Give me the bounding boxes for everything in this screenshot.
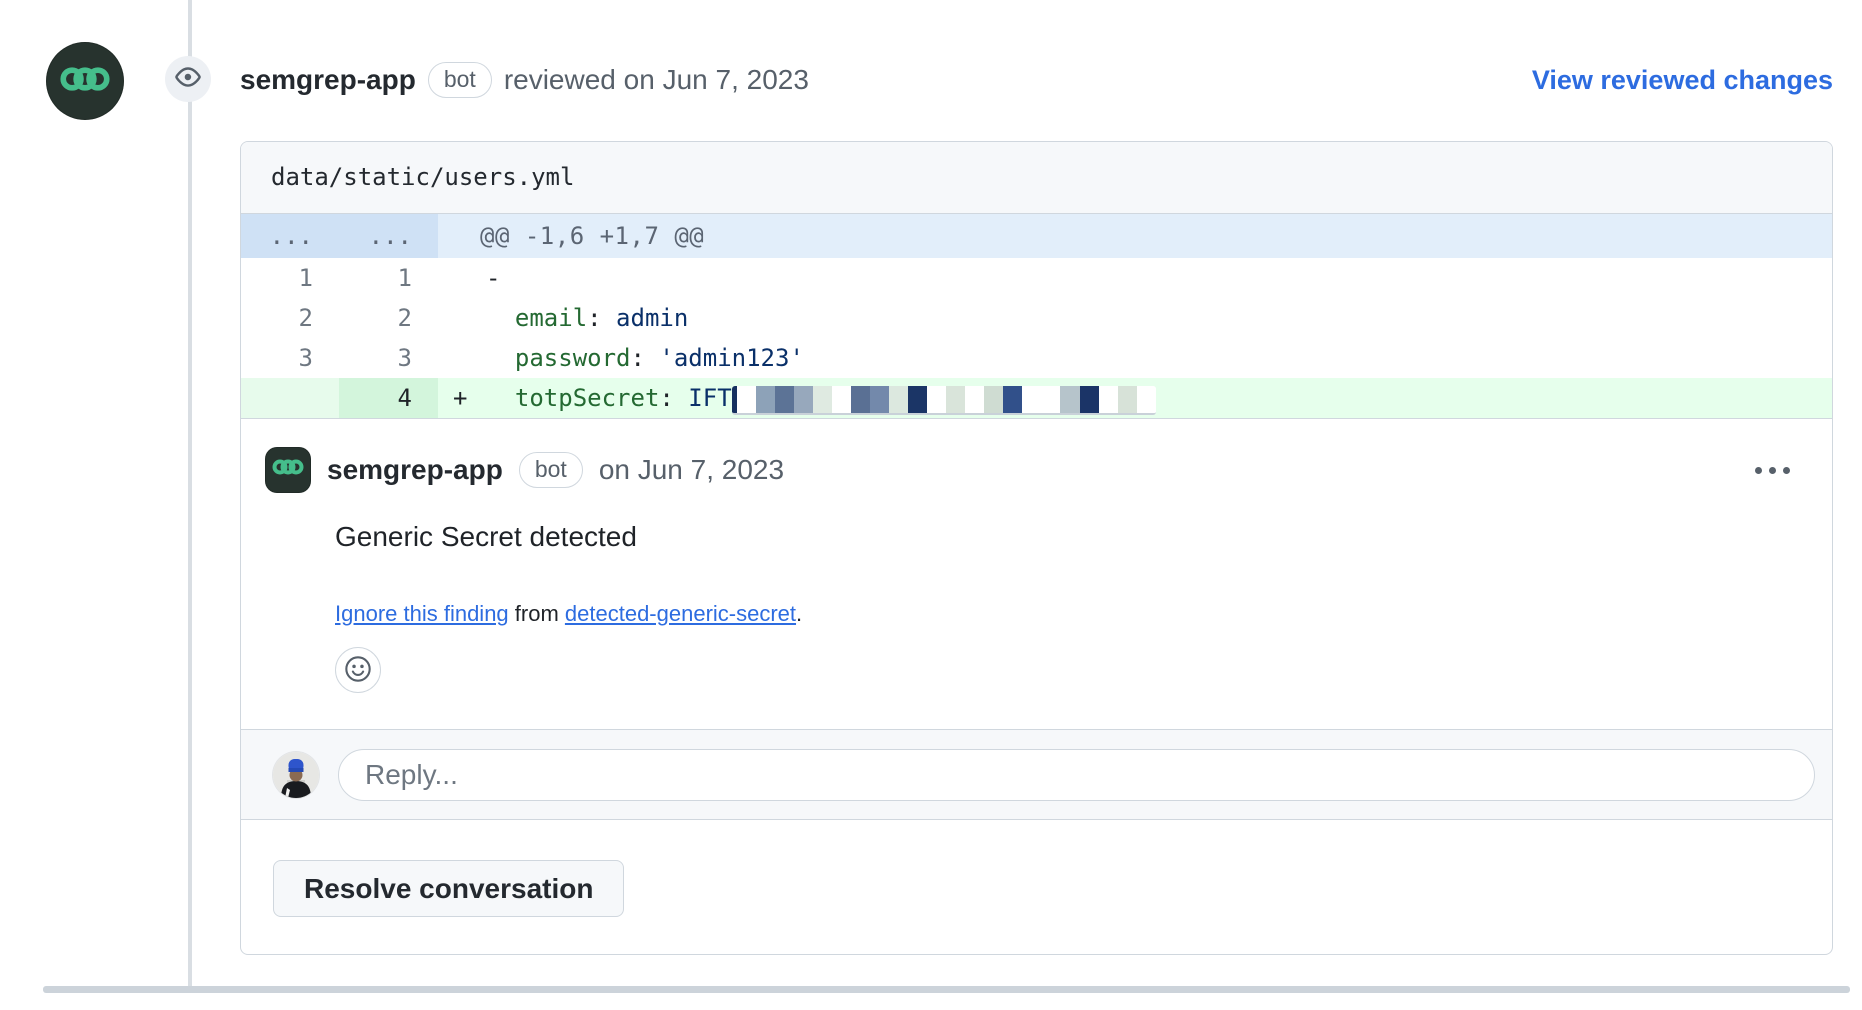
- new-line-number[interactable]: 3: [339, 338, 438, 378]
- user-avatar[interactable]: [273, 752, 319, 798]
- comment: semgrep-app bot on Jun 7, 2023 Generic S…: [241, 419, 1832, 729]
- semgrep-logo-icon: [56, 50, 114, 113]
- ignore-finding-link[interactable]: Ignore this finding: [335, 601, 509, 626]
- next-section-divider: [43, 986, 1850, 993]
- comment-timestamp[interactable]: on Jun 7, 2023: [599, 454, 784, 486]
- review-header: semgrep-app bot reviewed on Jun 7, 2023 …: [240, 60, 1833, 100]
- diff-code-cell: password: 'admin123': [438, 338, 1832, 378]
- diff-code-text: -: [486, 258, 500, 298]
- diff-rows: 11-22 email: admin33 password: 'admin123…: [241, 258, 1832, 418]
- diff-code-text: totpSecret: IFT: [486, 378, 1156, 418]
- diff-code-cell: email: admin: [438, 298, 1832, 338]
- old-line-number[interactable]: [241, 378, 339, 418]
- review-author-name[interactable]: semgrep-app: [240, 64, 416, 96]
- comment-body: Generic Secret detected: [335, 521, 1808, 553]
- diff-marker: [438, 298, 486, 338]
- old-line-number[interactable]: 3: [241, 338, 339, 378]
- semgrep-app-avatar[interactable]: [46, 42, 124, 120]
- diff-code-cell: + totpSecret: IFT: [438, 378, 1832, 418]
- diff-hunk-row: ... ... @@ -1,6 +1,7 @@: [241, 214, 1832, 258]
- thread-footer: Resolve conversation: [241, 820, 1832, 917]
- old-line-number[interactable]: 1: [241, 258, 339, 298]
- diff-row: 33 password: 'admin123': [241, 338, 1832, 378]
- new-line-number[interactable]: 1: [339, 258, 438, 298]
- comment-header: semgrep-app bot on Jun 7, 2023: [265, 447, 1808, 493]
- diff-code-text: password: 'admin123': [486, 338, 804, 378]
- diff-code-cell: -: [438, 258, 1832, 298]
- new-line-number[interactable]: 2: [339, 298, 438, 338]
- old-line-number[interactable]: 2: [241, 298, 339, 338]
- new-line-number[interactable]: 4: [339, 378, 438, 418]
- add-reaction-button[interactable]: [335, 647, 381, 693]
- comment-author-avatar[interactable]: [265, 447, 311, 493]
- diff-code-text: email: admin: [486, 298, 688, 338]
- diff-row: 11 -: [241, 258, 1832, 298]
- comment-author-name[interactable]: semgrep-app: [327, 454, 503, 486]
- smiley-icon: [344, 655, 372, 686]
- hunk-expander-new[interactable]: ...: [339, 214, 438, 258]
- resolve-conversation-button[interactable]: Resolve conversation: [273, 860, 624, 917]
- comment-links: Ignore this finding from detected-generi…: [335, 601, 1808, 627]
- diff-table: ... ... @@ -1,6 +1,7 @@ 11-22 email: adm…: [241, 214, 1832, 419]
- review-thread-card: data/static/users.yml ... ... @@ -1,6 +1…: [240, 141, 1833, 955]
- view-reviewed-changes-link[interactable]: View reviewed changes: [1532, 65, 1833, 96]
- diff-file-path[interactable]: data/static/users.yml: [241, 142, 1832, 214]
- hunk-header-text: @@ -1,6 +1,7 @@: [438, 214, 1832, 258]
- semgrep-logo-icon: [270, 449, 306, 492]
- hunk-expander-old[interactable]: ...: [241, 214, 339, 258]
- reply-section: [241, 729, 1832, 820]
- links-period: .: [796, 601, 802, 626]
- eye-icon: [175, 64, 201, 95]
- diff-row: 22 email: admin: [241, 298, 1832, 338]
- redacted-secret: [732, 386, 1156, 415]
- bot-badge: bot: [428, 62, 492, 98]
- diff-row: 4+ totpSecret: IFT: [241, 378, 1832, 418]
- bot-badge: bot: [519, 452, 583, 488]
- rule-link[interactable]: detected-generic-secret: [565, 601, 796, 626]
- kebab-menu-icon[interactable]: [1751, 459, 1794, 482]
- diff-marker: [438, 338, 486, 378]
- review-event-badge: [165, 56, 211, 102]
- diff-marker: +: [438, 378, 486, 418]
- timeline-line: [188, 0, 192, 986]
- links-middle-text: from: [509, 601, 565, 626]
- diff-marker: [438, 258, 486, 298]
- reply-input[interactable]: [338, 749, 1815, 801]
- review-action-text: reviewed on Jun 7, 2023: [504, 64, 809, 96]
